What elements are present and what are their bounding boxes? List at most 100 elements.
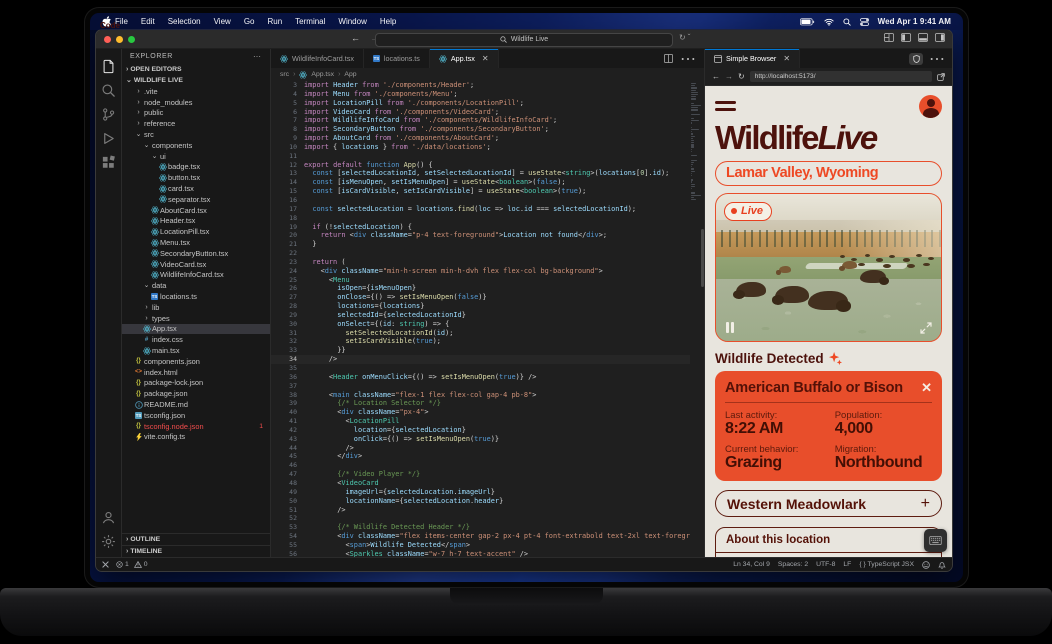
encoding[interactable]: UTF-8 bbox=[816, 561, 835, 568]
close-tab-icon[interactable]: ✕ bbox=[783, 54, 790, 63]
remote-indicator-icon[interactable] bbox=[102, 561, 109, 568]
layout-dropdown-icon[interactable]: ↻ˇ bbox=[679, 33, 690, 42]
problems-indicator[interactable]: 1 0 bbox=[116, 561, 148, 568]
feedback-smiley-icon[interactable] bbox=[922, 561, 930, 569]
tree-item-src[interactable]: ⌄src bbox=[122, 129, 270, 140]
tab-wildlifeinfocard.tsx[interactable]: WildlifeInfoCard.tsx bbox=[271, 49, 364, 68]
minimize-window-button[interactable] bbox=[116, 36, 123, 43]
tree-item-lib[interactable]: ›lib bbox=[122, 302, 270, 313]
fullscreen-icon[interactable] bbox=[920, 322, 932, 334]
tree-item-index.html[interactable]: <>index.html bbox=[122, 367, 270, 378]
tree-item-VideoCard.tsx[interactable]: VideoCard.tsx bbox=[122, 259, 270, 270]
tree-item-badge.tsx[interactable]: badge.tsx bbox=[122, 162, 270, 173]
tree-item-button.tsx[interactable]: button.tsx bbox=[122, 172, 270, 183]
workspace-root-section[interactable]: ⌄WILDLIFE LIVE bbox=[122, 75, 270, 86]
cursor-position[interactable]: Ln 34, Col 9 bbox=[733, 561, 770, 568]
customize-layout-icon[interactable] bbox=[884, 33, 894, 42]
menu-item-code[interactable]: Code bbox=[90, 13, 963, 30]
tree-item-types[interactable]: ›types bbox=[122, 313, 270, 324]
open-external-icon[interactable] bbox=[937, 73, 945, 81]
avatar[interactable] bbox=[919, 95, 942, 118]
tree-item-README.md[interactable]: README.md bbox=[122, 399, 270, 410]
tree-item-components[interactable]: ⌄components bbox=[122, 140, 270, 151]
minimap[interactable] bbox=[690, 81, 704, 557]
eol-sequence[interactable]: LF bbox=[843, 561, 851, 568]
tree-item-card.tsx[interactable]: card.tsx bbox=[122, 183, 270, 194]
editor-scrollbar[interactable] bbox=[701, 229, 704, 287]
species-title: American Buffalo or Bison bbox=[725, 380, 903, 396]
keyboard-overlay-button[interactable] bbox=[924, 529, 947, 552]
toggle-primary-sidebar-icon[interactable] bbox=[901, 33, 911, 42]
browser-forward-icon[interactable]: → bbox=[725, 72, 733, 81]
tree-item-index.css[interactable]: #index.css bbox=[122, 334, 270, 345]
tree-item-LocationPill.tsx[interactable]: LocationPill.tsx bbox=[122, 226, 270, 237]
tab-locations.ts[interactable]: TSlocations.ts bbox=[364, 49, 430, 68]
tree-item-public[interactable]: ›public bbox=[122, 108, 270, 119]
search-icon[interactable] bbox=[96, 78, 121, 102]
tree-item-node_modules[interactable]: ›node_modules bbox=[122, 97, 270, 108]
tree-item-WildlifeInfoCard.tsx[interactable]: WildlifeInfoCard.tsx bbox=[122, 270, 270, 281]
close-icon[interactable]: ✕ bbox=[921, 383, 932, 393]
extensions-icon[interactable] bbox=[96, 150, 121, 174]
explorer-more-actions-icon[interactable]: ⋯ bbox=[253, 52, 262, 61]
location-pill[interactable]: Lamar Valley, Wyoming bbox=[715, 161, 942, 186]
tree-item-SecondaryButton.tsx[interactable]: SecondaryButton.tsx bbox=[122, 248, 270, 259]
outline-section[interactable]: ›OUTLINE bbox=[122, 533, 270, 545]
tree-item-Menu.tsx[interactable]: Menu.tsx bbox=[122, 237, 270, 248]
run-debug-icon[interactable] bbox=[96, 126, 121, 150]
zoom-window-button[interactable] bbox=[128, 36, 135, 43]
tree-item-tsconfig.json[interactable]: TStsconfig.json bbox=[122, 410, 270, 421]
explorer-icon[interactable] bbox=[95, 54, 121, 78]
tree-item-tsconfig.node.json[interactable]: {}tsconfig.node.json1 bbox=[122, 421, 270, 432]
tree-item-separator.tsx[interactable]: separator.tsx bbox=[122, 194, 270, 205]
breadcrumb-item[interactable]: App.tsx bbox=[311, 71, 334, 78]
toggle-panel-icon[interactable] bbox=[918, 33, 928, 42]
tree-item-App.tsx[interactable]: App.tsx bbox=[122, 324, 270, 335]
tab-app.tsx[interactable]: App.tsx✕ bbox=[430, 49, 499, 68]
tree-item-Header.tsx[interactable]: Header.tsx bbox=[122, 216, 270, 227]
tree-item-components.json[interactable]: {}components.json bbox=[122, 356, 270, 367]
notifications-bell-icon[interactable] bbox=[938, 561, 946, 569]
tree-item-vite.config.ts[interactable]: vite.config.ts bbox=[122, 432, 270, 443]
tab-simple-browser[interactable]: Simple Browser ✕ bbox=[705, 49, 800, 68]
tree-item-reference[interactable]: ›reference bbox=[122, 118, 270, 129]
add-species-pill[interactable]: Western Meadowlark + bbox=[715, 490, 942, 517]
breadcrumb-item[interactable]: src bbox=[280, 71, 289, 78]
close-tab-icon[interactable]: ✕ bbox=[482, 54, 489, 63]
command-center-search[interactable]: Wildlife Live bbox=[375, 33, 673, 47]
simple-browser-panel: Simple Browser ✕ ⋯ ← → ↻ bbox=[704, 49, 952, 557]
open-editors-section[interactable]: ›OPEN EDITORS bbox=[122, 64, 270, 75]
indentation[interactable]: Spaces: 2 bbox=[778, 561, 808, 568]
code-line-23: 23 return ( bbox=[271, 258, 690, 267]
tree-item-AboutCard.tsx[interactable]: AboutCard.tsx bbox=[122, 205, 270, 216]
code-editor[interactable]: 3import Header from './components/Header… bbox=[271, 81, 690, 557]
timeline-section[interactable]: ›TIMELINE bbox=[122, 545, 270, 557]
panel-more-actions-icon[interactable]: ⋯ bbox=[929, 49, 945, 69]
close-window-button[interactable] bbox=[104, 36, 111, 43]
source-control-icon[interactable] bbox=[96, 102, 121, 126]
settings-gear-icon[interactable] bbox=[96, 529, 121, 553]
tree-item-package.json[interactable]: {}package.json bbox=[122, 388, 270, 399]
tree-item-ui[interactable]: ⌄ui bbox=[122, 151, 270, 162]
tree-item-package-lock.json[interactable]: {}package-lock.json bbox=[122, 378, 270, 389]
browser-reload-icon[interactable]: ↻ bbox=[738, 72, 745, 81]
pause-button[interactable] bbox=[726, 322, 734, 333]
tree-item-locations.ts[interactable]: TSlocations.ts bbox=[122, 291, 270, 302]
editor-more-actions-icon[interactable]: ⋯ bbox=[680, 49, 696, 69]
history-back-button[interactable]: ← bbox=[351, 33, 360, 43]
account-icon[interactable] bbox=[96, 505, 121, 529]
split-editor-icon[interactable] bbox=[664, 54, 673, 63]
breadcrumb[interactable]: src›App.tsx›App bbox=[271, 68, 704, 81]
tree-item-.vite[interactable]: ›.vite bbox=[122, 86, 270, 97]
tree-item-main.tsx[interactable]: main.tsx bbox=[122, 345, 270, 356]
breadcrumb-item[interactable]: App bbox=[344, 71, 356, 78]
hamburger-menu-icon[interactable] bbox=[715, 101, 736, 110]
toggle-secondary-sidebar-icon[interactable] bbox=[935, 33, 945, 42]
url-input[interactable]: http://localhost:5173/ bbox=[750, 71, 932, 82]
browser-security-icon[interactable] bbox=[909, 53, 923, 65]
live-video-card[interactable]: Live bbox=[715, 193, 942, 342]
browser-back-icon[interactable]: ← bbox=[712, 72, 720, 81]
tree-item-data[interactable]: ⌄data bbox=[122, 280, 270, 291]
code-line-49: 49 imageUrl={selectedLocation.imageUrl} bbox=[271, 488, 690, 497]
language-mode[interactable]: { } TypeScript JSX bbox=[859, 561, 914, 568]
